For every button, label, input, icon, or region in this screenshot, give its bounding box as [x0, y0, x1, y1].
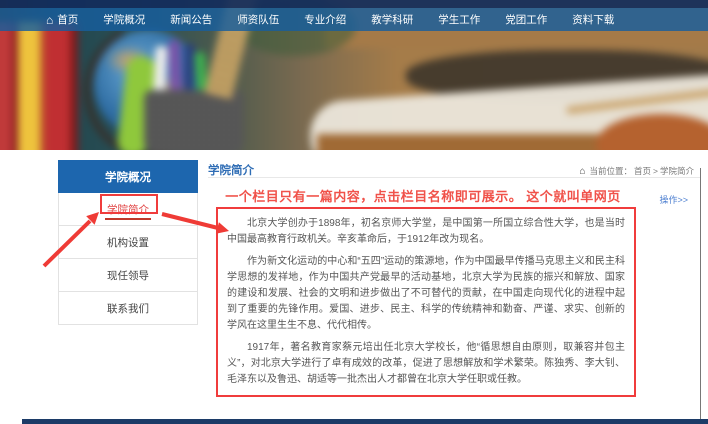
sidebar: 学院概况 学院简介机构设置现任领导联系我们 — [58, 160, 198, 325]
sidebar-item-label: 机构设置 — [107, 235, 149, 250]
nav-item-label: 专业介绍 — [304, 12, 346, 27]
header-separator — [208, 177, 700, 178]
nav-item-label: 师资队伍 — [237, 12, 279, 27]
body-paragraph: 北京大学创办于1898年，初名京师大学堂，是中国第一所国立综合性大学，也是当时中… — [227, 216, 625, 248]
breadcrumb: ⌂ 当前位置： 首页 > 学院简介 — [579, 165, 694, 177]
footer-bar — [22, 419, 708, 424]
nav-item-label: 学生工作 — [438, 12, 480, 27]
breadcrumb-current[interactable]: 学院简介 — [660, 165, 694, 177]
sidebar-item-0[interactable]: 学院简介 — [58, 193, 198, 226]
top-strip — [0, 0, 708, 8]
active-item-underline — [105, 218, 151, 220]
body-paragraph: 1937年卢沟桥事变后，北京大学与清华大学、南开大学南迁长沙，共同组成长沙临时大… — [227, 394, 625, 397]
nav-item-label: 教学科研 — [371, 12, 413, 27]
page-right-border — [700, 168, 701, 419]
nav-item-4[interactable]: 专业介绍 — [304, 12, 346, 27]
body-paragraph: 作为新文化运动的中心和“五四”运动的策源地，作为中国最早传播马克思主义和民主科学… — [227, 254, 625, 334]
nav-item-7[interactable]: 党团工作 — [505, 12, 547, 27]
article-body annotation-box-content: 北京大学创办于1898年，初名京师大学堂，是中国第一所国立综合性大学，也是当时中… — [216, 207, 636, 397]
nav-item-1[interactable]: 学院概况 — [103, 12, 145, 27]
nav-item-label: 资料下载 — [572, 12, 614, 27]
sidebar-item-label: 现任领导 — [107, 268, 149, 283]
sidebar-item-label: 学院简介 — [107, 202, 149, 217]
nav-item-label: 党团工作 — [505, 12, 547, 27]
books-image — [0, 22, 90, 150]
nav-item-2[interactable]: 新闻公告 — [170, 12, 212, 27]
nav-item-5[interactable]: 教学科研 — [371, 12, 413, 27]
sidebar-item-3[interactable]: 联系我们 — [58, 292, 198, 325]
sidebar-items: 学院简介机构设置现任领导联系我们 — [58, 193, 198, 325]
nav-item-8[interactable]: 资料下载 — [572, 12, 614, 27]
home-icon: ⌂ — [579, 166, 585, 177]
nav-item-0[interactable]: ⌂ 首页 — [46, 12, 78, 27]
nav-item-label: 学院概况 — [103, 12, 145, 27]
breadcrumb-label: 当前位置： — [589, 165, 632, 177]
breadcrumb-home-link[interactable]: 首页 — [634, 165, 651, 177]
nav-item-3[interactable]: 师资队伍 — [237, 12, 279, 27]
nav-item-label: 首页 — [57, 12, 78, 27]
home-icon: ⌂ — [46, 14, 53, 26]
sidebar-item-1[interactable]: 机构设置 — [58, 226, 198, 259]
main-nav: ⌂ 首页 学院概况 新闻公告 师资队伍 专业介绍 教学科研 学生工作 党团工作 资料下载 — [0, 8, 708, 31]
page-title: 学院简介 — [208, 162, 254, 178]
body-paragraph: 1917年，著名教育家蔡元培出任北京大学校长，他“循思想自由原则，取兼容并包主义… — [227, 340, 625, 388]
nav-item-6[interactable]: 学生工作 — [438, 12, 480, 27]
page: ⌂首页学院概况新闻公告师资队伍专业介绍教学科研学生工作党团工作资料下载 学院概况… — [0, 0, 708, 424]
sidebar-item-2[interactable]: 现任领导 — [58, 259, 198, 292]
action-link[interactable]: 操作>> — [659, 193, 688, 206]
breadcrumb-separator: > — [653, 166, 658, 176]
nav-item-label: 新闻公告 — [170, 12, 212, 27]
sidebar-item-label: 联系我们 — [107, 301, 149, 316]
sidebar-header: 学院概况 — [58, 160, 198, 193]
notice-text: 一个栏目只有一篇内容，点击栏目名称即可展示。 这个就叫单网页 — [208, 186, 638, 205]
